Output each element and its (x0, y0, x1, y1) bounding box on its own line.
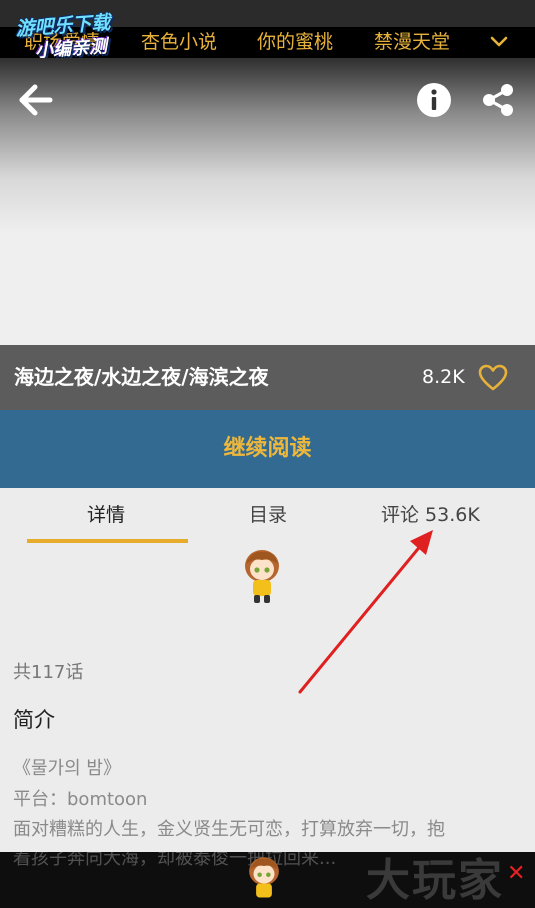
share-icon[interactable] (480, 82, 516, 118)
info-icon[interactable] (416, 82, 452, 118)
tab-comments[interactable]: 评论 53.6K (381, 500, 480, 527)
intro-line: 《물가의 밤》 (13, 758, 121, 779)
continue-reading-label: 继续阅读 (223, 436, 312, 461)
comic-title: 海边之夜/水边之夜/海滨之夜 (14, 365, 269, 389)
intro-heading: 简介 (13, 708, 55, 732)
site-watermark: 游吧乐下载 小编亲测 (6, 3, 149, 65)
cover-area (0, 58, 535, 345)
category-tab-3[interactable]: 你的蜜桃 (257, 27, 333, 58)
active-tab-indicator (27, 539, 188, 543)
heart-icon[interactable] (478, 363, 508, 393)
intro-line-overflow: 着孩子奔向大海，却被泰俊一把拉回来... (13, 852, 337, 869)
tab-catalog[interactable]: 目录 (249, 500, 287, 527)
mascot-loading-icon (245, 550, 279, 603)
comic-title-bar: 海边之夜/水边之夜/海滨之夜 8.2K (0, 345, 535, 410)
arrow-left-icon[interactable] (16, 80, 56, 120)
like-count: 8.2K (422, 366, 465, 388)
continue-reading-button[interactable]: 继续阅读 (0, 410, 535, 488)
intro-line: 面对糟糕的人生，金义贤生无可恋，打算放弃一切，抱 (13, 819, 445, 840)
mascot-icon (249, 857, 279, 898)
brand-mark: ✕ (507, 861, 526, 886)
detail-tabs: 详情 目录 评论 53.6K (0, 488, 535, 546)
episode-count: 共117话 (13, 662, 84, 683)
intro-line: 平台：bomtoon (13, 789, 148, 810)
brand-logo: 大玩家 (366, 855, 504, 906)
chevron-down-icon[interactable] (488, 31, 510, 53)
category-tab-2[interactable]: 杏色小说 (141, 27, 217, 58)
category-tab-4[interactable]: 禁漫天堂 (374, 27, 450, 58)
tab-details[interactable]: 详情 (87, 500, 125, 527)
